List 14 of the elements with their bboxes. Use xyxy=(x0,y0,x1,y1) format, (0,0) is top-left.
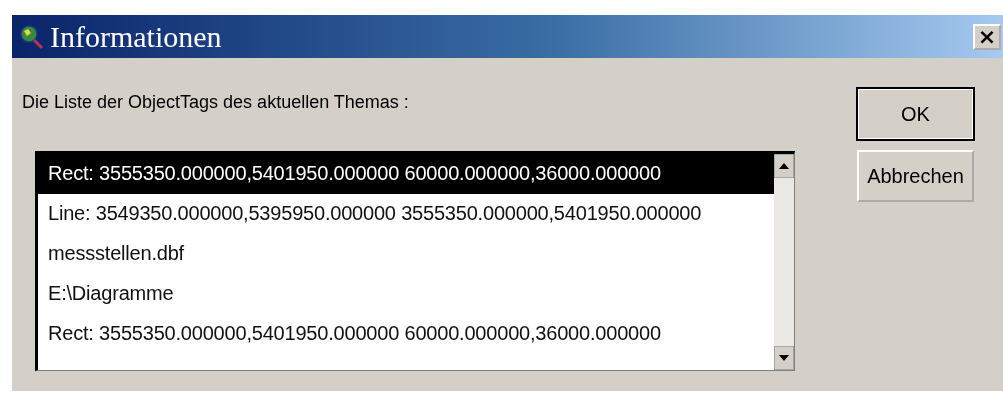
close-button[interactable]: × xyxy=(973,23,1001,50)
prompt-label: Die Liste der ObjectTags des aktuellen Themas : xyxy=(22,92,410,113)
cancel-button[interactable]: Abbrechen xyxy=(857,150,974,202)
list-item[interactable]: messstellen.dbf xyxy=(38,234,774,274)
scroll-down-icon[interactable] xyxy=(774,346,794,370)
globe-magnifier-icon xyxy=(18,23,44,50)
list-item[interactable]: E:\Diagramme xyxy=(38,274,774,314)
scroll-bar[interactable] xyxy=(774,154,794,370)
ok-button[interactable]: OK xyxy=(857,88,974,140)
list-item[interactable]: Rect: 3555350.000000,5401950.000000 60000.000000,36000.000000 xyxy=(38,314,774,354)
list-item[interactable]: Rect: 3555350.000000,5401950.000000 60000.000000,36000.000000 xyxy=(38,154,774,194)
window-title: Informationen xyxy=(50,19,223,54)
scroll-up-icon[interactable] xyxy=(774,154,794,178)
list-item[interactable]: Line: 3549350.000000,5395950.000000 3555350.000000,5401950.000000 xyxy=(38,194,774,234)
